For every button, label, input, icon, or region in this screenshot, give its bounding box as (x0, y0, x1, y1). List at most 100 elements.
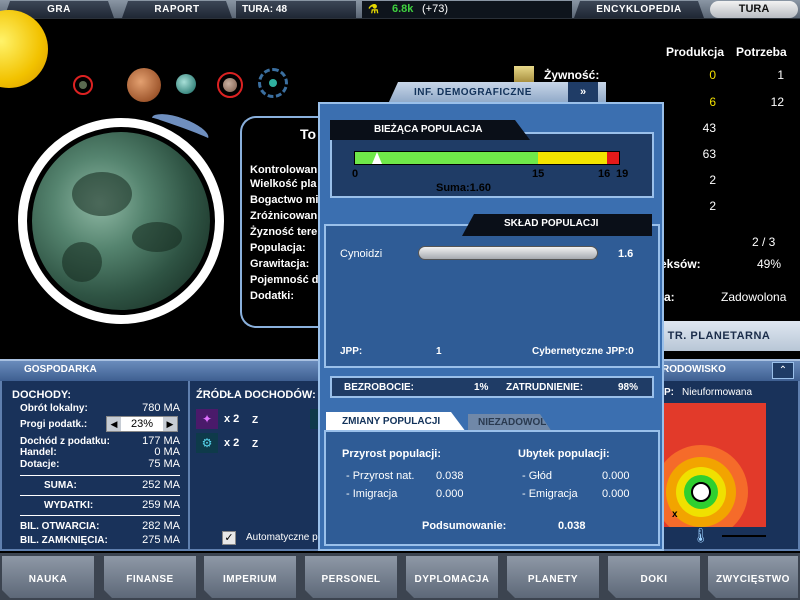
demographics-window: BIEŻĄCA POPULACJA 0 15 16 19 Suma:1.60 S… (318, 102, 664, 551)
bil-zamkniecia-value: 275 MA (142, 534, 180, 546)
obrot-value: 780 MA (142, 402, 180, 414)
bottom-nav: NAUKA FINANSE IMPERIUM PERSONEL DYPLOMAC… (0, 553, 800, 600)
food-label: Żywność: (544, 68, 600, 82)
turn-display: TURA: 48 (236, 1, 356, 18)
composition-title: SKŁAD POPULACJI (462, 214, 652, 236)
race-bar (418, 246, 598, 260)
mood-value: Zadowolona (721, 290, 787, 304)
source-1-suffix: Z (252, 415, 259, 426)
habitability-center (691, 482, 711, 502)
mood-label: a: (664, 290, 675, 304)
wydatki-value: 259 MA (142, 499, 180, 511)
gear-source-icon[interactable]: ⚙ (196, 433, 218, 453)
nav-dyplomacja[interactable]: DYPLOMACJA (406, 556, 498, 598)
ubytek-title: Ubytek populacji: (518, 448, 610, 460)
habitability-map: x (664, 403, 766, 527)
nav-imperium[interactable]: IMPERIUM (204, 556, 296, 598)
gospodarka-panel: DOCHODY: Obrót lokalny: 780 MA Progi pod… (0, 381, 324, 551)
srodowisko-panel: P: Nieuformowana x 🌡 (660, 381, 800, 551)
jpp-label: JPP: (340, 346, 363, 357)
emigracja-label: - Emigracja (522, 488, 578, 500)
jpp-value: 1 (436, 346, 442, 357)
production-value-6: 2 (709, 199, 716, 213)
info-line-7: Grawitacja: (250, 258, 310, 270)
production-value-4: 63 (702, 147, 716, 161)
nav-finanse[interactable]: FINANSE (104, 556, 196, 598)
glod-label: - Głód (522, 470, 552, 482)
dotacje-label: Dotacje: (20, 459, 60, 470)
info-line-4: Zróżnicowani (250, 210, 321, 222)
handel-value: 0 MA (154, 446, 180, 458)
tab-zmiany-populacji[interactable]: ZMIANY POPULACJI (326, 412, 466, 432)
handel-label: Handel: (20, 447, 57, 458)
jpp-type: Cybernetyczne JPP:0 (532, 346, 634, 357)
col-potrzeba-header: Potrzeba (736, 45, 787, 59)
demographics-tab: INF. DEMOGRAFICZNE » (388, 82, 606, 104)
planet-1-selector[interactable] (73, 75, 93, 95)
need-value-1: 1 (777, 68, 784, 82)
planet-2-icon[interactable] (127, 68, 161, 102)
eksow-label: eksów: (660, 257, 701, 271)
scale-16: 16 (598, 168, 611, 180)
dochody-label: DOCHODY: (12, 389, 72, 401)
scale-19: 19 (616, 168, 629, 180)
encyklopedia-button[interactable]: ENCYKLOPEDIA (574, 1, 704, 18)
planet-5-icon (269, 79, 277, 87)
bezrobocie-label: BEZROBOCIE: (344, 382, 414, 393)
planet-3-icon[interactable] (176, 74, 196, 94)
info-line-1: Kontrolowan (250, 164, 318, 176)
population-bar (354, 151, 620, 165)
population-changes-section: Przyrost populacji: - Przyrost nat. 0.03… (324, 430, 660, 546)
srod-status-value: Nieuformowana (682, 387, 753, 398)
info-line-6: Populacja: (250, 242, 306, 254)
employment-section: BEZROBOCIE: 1% ZATRUDNIENIE: 98% (330, 376, 654, 398)
source-1-mult: x 2 (224, 413, 240, 425)
arrow-icon (722, 535, 766, 537)
wydatki-label: WYDATKI: (44, 500, 94, 511)
imigracja-value: 0.000 (436, 488, 464, 500)
nav-doki[interactable]: DOKI (608, 556, 700, 598)
need-value-2: 12 (770, 95, 784, 109)
planet-info-title: To (300, 126, 317, 142)
planet-4-selector[interactable] (217, 72, 243, 98)
obrot-label: Obrót lokalny: (20, 403, 88, 414)
current-population-title: BIEŻĄCA POPULACJA (330, 120, 530, 140)
progi-label: Progi podatk.: (20, 419, 88, 430)
treasury-display: ⚗ 6.8k (+73) (362, 1, 572, 18)
crystal-source-icon[interactable]: ✦ (196, 409, 218, 429)
gospodarka-title: GOSPODARKA (24, 364, 97, 375)
zrodla-label: ŹRÓDŁA DOCHODÓW: (196, 389, 316, 401)
planet-marker: x (672, 509, 678, 520)
sun-icon[interactable] (0, 10, 48, 88)
race-name: Cynoidzi (340, 248, 383, 260)
planet-5-orbit-icon[interactable] (258, 68, 288, 98)
glod-value: 0.000 (602, 470, 630, 482)
suma-label: SUMA: (44, 480, 77, 491)
gospodarka-header: GOSPODARKA (0, 359, 322, 381)
demographics-title: INF. DEMOGRAFICZNE (414, 87, 532, 98)
planet-1-icon (79, 81, 87, 89)
tax-increase-button[interactable]: ▶ (163, 417, 177, 431)
srod-status-label: P: (664, 387, 674, 398)
collapse-modal-icon[interactable]: » (568, 82, 598, 102)
auto-checkbox[interactable]: ✓ (222, 531, 236, 545)
nav-personel[interactable]: PERSONEL (305, 556, 397, 598)
tax-value[interactable]: 23% (121, 417, 163, 431)
scale-15: 15 (532, 168, 545, 180)
menu-raport-button[interactable]: RAPORT (122, 1, 232, 18)
collapse-icon[interactable]: ⌃ (772, 362, 794, 379)
thermometer-icon: 🌡 (692, 527, 710, 543)
nav-planety[interactable]: PLANETY (507, 556, 599, 598)
eksow-value: 49% (757, 257, 782, 271)
col-produkcja-header: Produkcja (666, 45, 725, 59)
bil-otwarcia-label: BIL. OTWARCIA: (20, 521, 100, 532)
tax-decrease-button[interactable]: ◀ (107, 417, 121, 431)
race-value: 1.6 (618, 248, 634, 260)
nav-nauka[interactable]: NAUKA (2, 556, 94, 598)
money-value: 6.8k (392, 3, 414, 15)
scale-0: 0 (352, 168, 359, 180)
info-line-3: Bogactwo mi (250, 194, 319, 206)
end-turn-button[interactable]: TURA (710, 1, 798, 18)
bezrobocie-value: 1% (474, 382, 489, 393)
nav-zwyciestwo[interactable]: ZWYCIĘSTWO (708, 556, 798, 598)
